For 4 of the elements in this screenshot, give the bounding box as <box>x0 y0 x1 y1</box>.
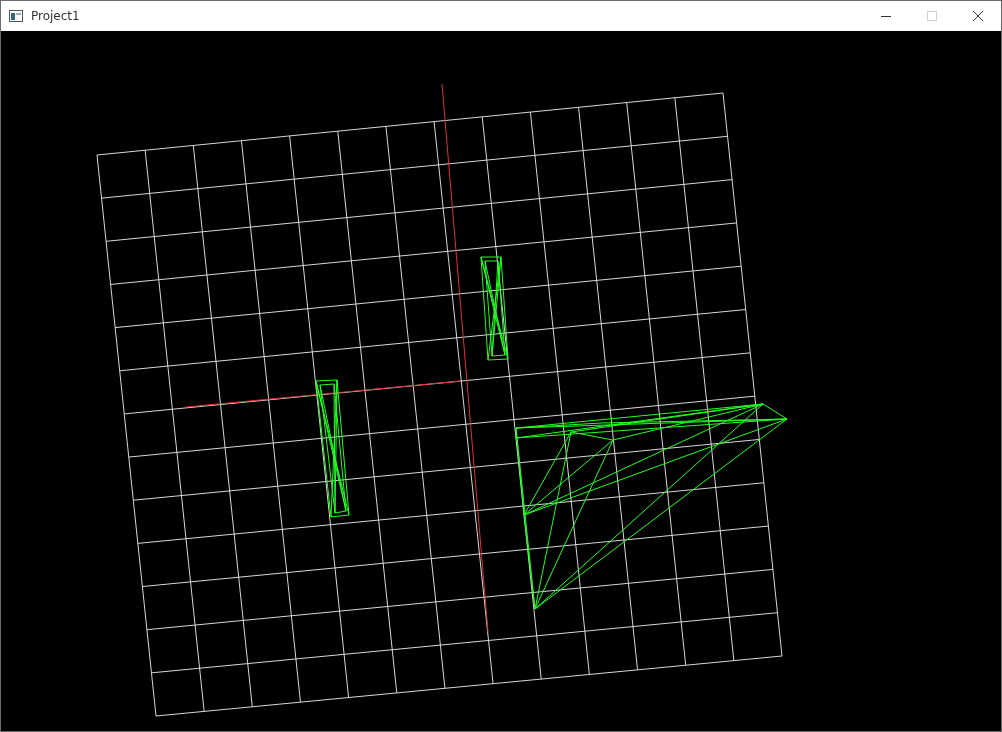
window-title: Project1 <box>31 8 80 25</box>
close-icon <box>973 11 983 21</box>
app-icon <box>9 10 23 22</box>
maximize-icon <box>927 11 937 21</box>
